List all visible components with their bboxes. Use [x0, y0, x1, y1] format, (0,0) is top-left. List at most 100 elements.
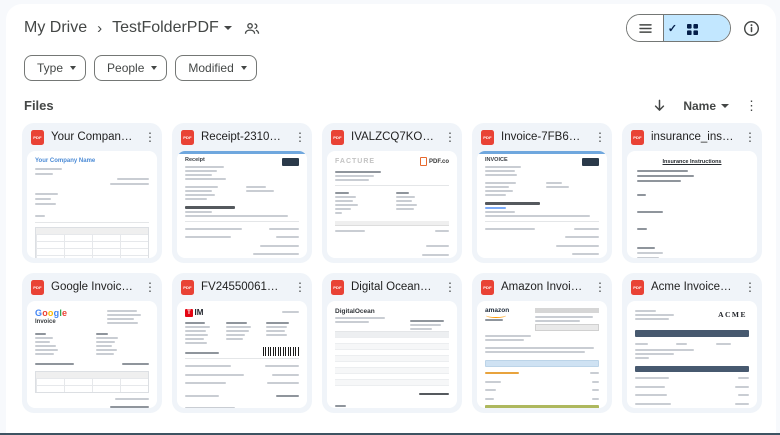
- filter-chip-people[interactable]: People: [94, 55, 168, 81]
- file-card[interactable]: PDF Digital Ocean In... ⋮ DigitalOcean: [322, 273, 462, 413]
- breadcrumb-current-folder[interactable]: TestFolderPDF: [112, 19, 232, 37]
- thumb-doc-title: Your Company Name: [35, 158, 96, 164]
- file-more-options-icon[interactable]: ⋮: [591, 131, 609, 143]
- doc-detail: [276, 236, 299, 239]
- doc-detail: [185, 334, 208, 336]
- file-more-options-icon[interactable]: ⋮: [741, 131, 759, 143]
- doc-detail: [335, 207, 351, 210]
- doc-detail: [185, 322, 205, 324]
- doc-detail: [635, 310, 656, 312]
- doc-detail: [396, 195, 416, 198]
- filter-chip-modified[interactable]: Modified: [175, 55, 257, 81]
- list-view-button[interactable]: [627, 15, 664, 41]
- doc-detail: [335, 174, 374, 177]
- doc-detail: [546, 180, 599, 198]
- doc-detail: [185, 389, 299, 391]
- doc-detail: [635, 366, 749, 372]
- doc-detail: [635, 341, 668, 347]
- doc-detail: [592, 397, 599, 400]
- doc-detail: [185, 393, 299, 399]
- doc-detail: [335, 216, 449, 219]
- more-options-icon[interactable]: ⋮: [745, 99, 758, 112]
- doc-detail: [35, 188, 149, 190]
- file-name: Amazon Invoice....: [501, 281, 584, 293]
- doc-detail: [335, 220, 449, 226]
- doc-detail: [185, 372, 299, 378]
- file-card[interactable]: PDF Amazon Invoice.... ⋮ amazon: [472, 273, 612, 413]
- file-more-options-icon[interactable]: ⋮: [441, 131, 459, 143]
- sort-by-label: Name: [683, 98, 716, 113]
- doc-detail: [225, 334, 246, 336]
- doc-detail: Your Company Name: [27, 151, 157, 258]
- grid-view-button[interactable]: ✓: [664, 15, 730, 41]
- doc-detail: [335, 228, 449, 234]
- doc-detail: [335, 184, 449, 186]
- doc-detail: [225, 338, 243, 340]
- doc-detail: [264, 365, 299, 367]
- file-name: IVALZCQ7KON5...: [351, 131, 434, 143]
- doc-detail: [635, 401, 749, 407]
- doc-detail: [535, 324, 599, 331]
- file-card[interactable]: PDF Acme Invoice.pdf ⋮ ACME: [622, 273, 762, 413]
- file-more-options-icon[interactable]: ⋮: [441, 281, 459, 293]
- file-card[interactable]: PDF Invoice-7FB66C... ⋮ INVOICE: [472, 123, 612, 263]
- file-more-options-icon[interactable]: ⋮: [291, 281, 309, 293]
- file-card[interactable]: PDF IVALZCQ7KON5... ⋮ FACTURE PDF.co: [322, 123, 462, 263]
- manage-members-icon[interactable]: [244, 22, 260, 35]
- info-icon[interactable]: [743, 20, 760, 37]
- doc-detail: [485, 186, 510, 189]
- file-card[interactable]: PDF FV24550061808... ⋮ TIM: [172, 273, 312, 413]
- pdf-file-icon: PDF: [331, 129, 344, 145]
- doc-detail: [225, 320, 259, 346]
- doc-detail: [485, 360, 599, 367]
- file-more-options-icon[interactable]: ⋮: [141, 131, 159, 143]
- file-more-options-icon[interactable]: ⋮: [141, 281, 159, 293]
- doc-detail: [185, 326, 210, 328]
- doc-detail: [185, 363, 299, 369]
- doc-detail: [253, 253, 299, 256]
- doc-detail: [535, 320, 580, 322]
- doc-detail: [485, 404, 599, 408]
- sort-direction-button[interactable]: [652, 98, 667, 113]
- filter-chip-type[interactable]: Type: [24, 55, 87, 81]
- doc-detail: [485, 347, 595, 349]
- chevron-down-icon: [240, 66, 247, 70]
- thumb-doc-title: DigitalOcean: [335, 308, 375, 315]
- doc-detail: [185, 402, 299, 405]
- doc-detail: [485, 180, 538, 198]
- pdf-file-icon: PDF: [481, 279, 494, 295]
- breadcrumb-my-drive[interactable]: My Drive: [24, 19, 87, 37]
- doc-detail: [635, 322, 749, 327]
- doc-detail: [335, 317, 386, 320]
- doc-detail: [335, 211, 343, 214]
- file-card[interactable]: PDF insurance_instru... ⋮ Insurance Inst…: [622, 123, 762, 263]
- doc-detail: [335, 190, 388, 216]
- doc-detail: [185, 342, 207, 344]
- file-card[interactable]: PDF Google Invoice.... ⋮ Google Invoice: [22, 273, 162, 413]
- file-more-options-icon[interactable]: ⋮: [591, 281, 609, 293]
- doc-detail: [185, 206, 236, 209]
- sort-by-dropdown[interactable]: Name: [683, 99, 729, 113]
- file-more-options-icon[interactable]: ⋮: [741, 281, 759, 293]
- doc-detail: [335, 386, 449, 388]
- pdf-icon-label: PDF: [633, 284, 642, 290]
- doc-detail: [114, 397, 149, 400]
- doc-detail: [185, 190, 212, 193]
- doc-detail: [185, 210, 213, 213]
- doc-detail: [185, 380, 299, 386]
- file-card-header: PDF Google Invoice.... ⋮: [22, 273, 162, 301]
- doc-detail: [35, 226, 149, 258]
- doc-detail: [121, 363, 149, 366]
- pdf-file-icon: PDF: [31, 129, 44, 145]
- file-card[interactable]: PDF Receipt-2310-0... ⋮ Receipt: [172, 123, 312, 263]
- file-more-options-icon[interactable]: ⋮: [291, 131, 309, 143]
- doc-detail: [396, 191, 409, 194]
- doc-detail: [246, 184, 299, 202]
- file-card[interactable]: PDF Your Company I... ⋮ Your Company Nam…: [22, 123, 162, 263]
- pdf-icon-label: PDF: [33, 134, 42, 140]
- pdf-file-icon: PDF: [631, 129, 644, 145]
- doc-detail: [637, 211, 664, 214]
- doc-detail: [185, 170, 217, 173]
- doc-detail: [637, 170, 688, 173]
- filter-chip-label: People: [107, 61, 145, 75]
